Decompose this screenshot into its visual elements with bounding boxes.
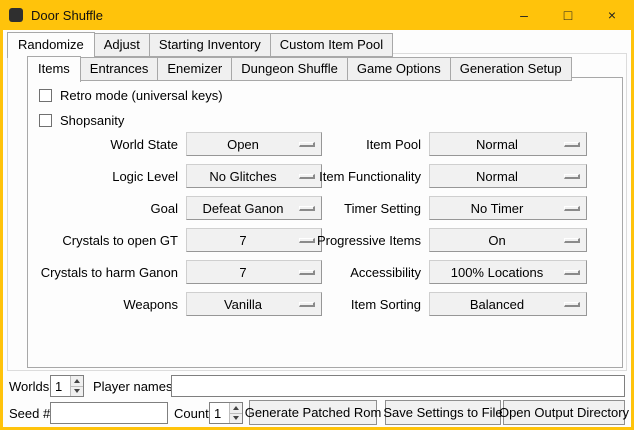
spin-up-icon[interactable] bbox=[71, 376, 83, 387]
item-pool-dropdown[interactable]: Normal bbox=[429, 132, 587, 156]
minimize-button[interactable]: – bbox=[502, 0, 546, 30]
window-content: Randomize Adjust Starting Inventory Cust… bbox=[3, 30, 631, 427]
item-functionality-value: Normal bbox=[430, 169, 564, 184]
window-title: Door Shuffle bbox=[31, 8, 103, 23]
worlds-spin-arrows bbox=[70, 376, 83, 396]
tab-dungeon-shuffle[interactable]: Dungeon Shuffle bbox=[232, 57, 348, 81]
worlds-spinbox[interactable]: 1 bbox=[50, 375, 84, 397]
tab-generation-setup[interactable]: Generation Setup bbox=[451, 57, 572, 81]
retro-mode-label: Retro mode (universal keys) bbox=[60, 88, 223, 103]
timer-setting-dropdown[interactable]: No Timer bbox=[429, 196, 587, 220]
crystals-ganon-label: Crystals to harm Ganon bbox=[28, 265, 186, 280]
accessibility-dropdown[interactable]: 100% Locations bbox=[429, 260, 587, 284]
spin-down-icon[interactable] bbox=[230, 414, 242, 424]
count-value: 1 bbox=[210, 403, 229, 423]
tab-adjust[interactable]: Adjust bbox=[95, 33, 150, 57]
shopsanity-checkbox[interactable] bbox=[39, 114, 52, 127]
seed-label: Seed # bbox=[9, 402, 50, 424]
tab-randomize[interactable]: Randomize bbox=[7, 32, 95, 58]
world-state-label: World State bbox=[28, 137, 186, 152]
item-pool-label: Item Pool bbox=[270, 137, 429, 152]
item-sorting-label: Item Sorting bbox=[270, 297, 429, 312]
logic-level-label: Logic Level bbox=[28, 169, 186, 184]
tab-custom-item-pool[interactable]: Custom Item Pool bbox=[271, 33, 393, 57]
dropdown-indicator-icon bbox=[564, 206, 580, 211]
shopsanity-checkbox-row: Shopsanity bbox=[39, 112, 124, 128]
progressive-items-dropdown[interactable]: On bbox=[429, 228, 587, 252]
count-label: Count bbox=[174, 402, 209, 424]
tab-enemizer[interactable]: Enemizer bbox=[158, 57, 232, 81]
dropdown-indicator-icon bbox=[564, 302, 580, 307]
open-output-directory-button[interactable]: Open Output Directory bbox=[503, 400, 625, 425]
spin-down-icon[interactable] bbox=[71, 387, 83, 397]
tab-game-options[interactable]: Game Options bbox=[348, 57, 451, 81]
player-names-label: Player names bbox=[93, 375, 172, 397]
titlebar: Door Shuffle – □ × bbox=[0, 0, 634, 30]
progressive-items-row: Progressive Items On bbox=[270, 228, 587, 252]
progressive-items-value: On bbox=[430, 233, 564, 248]
window-controls: – □ × bbox=[502, 0, 634, 30]
dropdown-indicator-icon bbox=[564, 270, 580, 275]
item-pool-value: Normal bbox=[430, 137, 564, 152]
item-sorting-row: Item Sorting Balanced bbox=[270, 292, 587, 316]
count-spinbox[interactable]: 1 bbox=[209, 402, 243, 424]
seed-input[interactable] bbox=[50, 402, 168, 424]
save-settings-button[interactable]: Save Settings to File bbox=[385, 400, 501, 425]
timer-setting-value: No Timer bbox=[430, 201, 564, 216]
accessibility-row: Accessibility 100% Locations bbox=[270, 260, 587, 284]
items-tab-panel: Retro mode (universal keys) Shopsanity W… bbox=[27, 77, 623, 368]
dropdown-indicator-icon bbox=[564, 174, 580, 179]
tab-starting-inventory[interactable]: Starting Inventory bbox=[150, 33, 271, 57]
spin-up-icon[interactable] bbox=[230, 403, 242, 414]
worlds-label: Worlds bbox=[9, 375, 49, 397]
retro-mode-checkbox-row: Retro mode (universal keys) bbox=[39, 87, 223, 103]
item-functionality-label: Item Functionality bbox=[270, 169, 429, 184]
timer-setting-row: Timer Setting No Timer bbox=[270, 196, 587, 220]
app-window: Door Shuffle – □ × Randomize Adjust Star… bbox=[0, 0, 634, 430]
tab-entrances[interactable]: Entrances bbox=[81, 57, 159, 81]
inner-tab-strip: Items Entrances Enemizer Dungeon Shuffle… bbox=[27, 56, 572, 81]
timer-setting-label: Timer Setting bbox=[270, 201, 429, 216]
maximize-button[interactable]: □ bbox=[546, 0, 590, 30]
generate-patched-rom-button[interactable]: Generate Patched Rom bbox=[249, 400, 377, 425]
item-pool-row: Item Pool Normal bbox=[270, 132, 587, 156]
close-button[interactable]: × bbox=[590, 0, 634, 30]
crystals-gt-label: Crystals to open GT bbox=[28, 233, 186, 248]
tab-items[interactable]: Items bbox=[27, 56, 81, 82]
weapons-label: Weapons bbox=[28, 297, 186, 312]
item-functionality-row: Item Functionality Normal bbox=[270, 164, 587, 188]
shopsanity-label: Shopsanity bbox=[60, 113, 124, 128]
retro-mode-checkbox[interactable] bbox=[39, 89, 52, 102]
goal-label: Goal bbox=[28, 201, 186, 216]
accessibility-label: Accessibility bbox=[270, 265, 429, 280]
dropdown-indicator-icon bbox=[564, 238, 580, 243]
count-spin-arrows bbox=[229, 403, 242, 423]
item-functionality-dropdown[interactable]: Normal bbox=[429, 164, 587, 188]
item-sorting-value: Balanced bbox=[430, 297, 564, 312]
worlds-value: 1 bbox=[51, 376, 70, 396]
item-sorting-dropdown[interactable]: Balanced bbox=[429, 292, 587, 316]
dropdown-indicator-icon bbox=[564, 142, 580, 147]
progressive-items-label: Progressive Items bbox=[270, 233, 429, 248]
accessibility-value: 100% Locations bbox=[430, 265, 564, 280]
player-names-input[interactable] bbox=[171, 375, 625, 397]
app-icon bbox=[9, 8, 23, 22]
outer-tab-strip: Randomize Adjust Starting Inventory Cust… bbox=[7, 32, 393, 57]
